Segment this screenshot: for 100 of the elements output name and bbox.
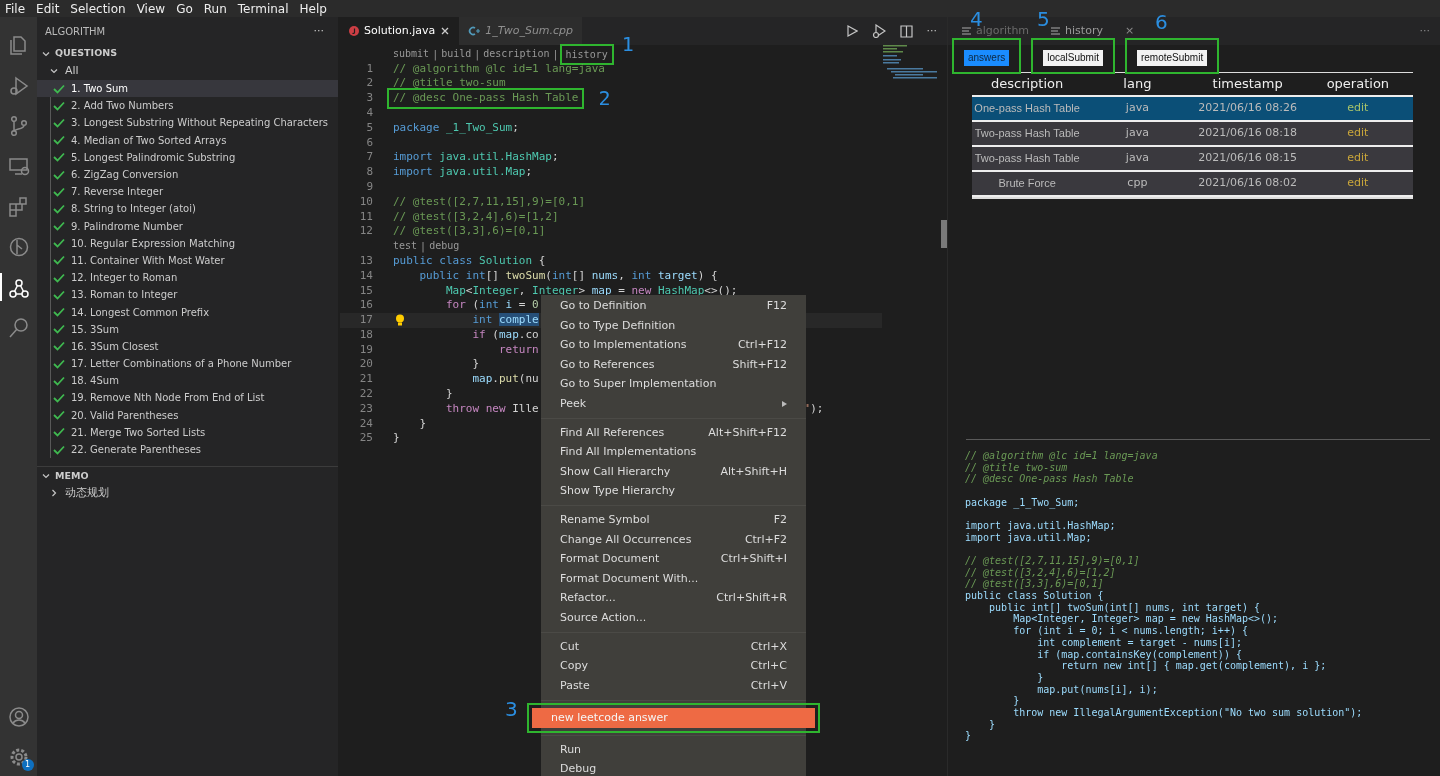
question-item[interactable]: 18. 4Sum <box>37 372 338 390</box>
question-item[interactable]: 9. Palindrome Number <box>37 217 338 235</box>
chevron-down-icon[interactable] <box>49 66 59 76</box>
menu-item[interactable]: Debug <box>541 759 806 776</box>
table-row[interactable]: Two-pass Hash Table java 2021/06/16 08:15 edit <box>972 147 1413 172</box>
table-row[interactable]: Two-pass Hash Table java 2021/06/16 08:18 edit <box>972 122 1413 147</box>
editor-tab[interactable]: 1_Two_Sum.cpp <box>459 17 583 45</box>
codelens-link[interactable]: history <box>565 48 608 60</box>
menu-item[interactable]: Go to Definition F12 <box>541 296 806 316</box>
question-item[interactable]: 22. Generate Parentheses <box>37 440 338 459</box>
extensions-icon[interactable] <box>7 195 30 218</box>
menu-item[interactable]: Format Document Ctrl+Shift+I <box>541 549 806 570</box>
question-item[interactable]: 7. Reverse Integer <box>37 183 338 201</box>
more-actions-button[interactable]: ··· <box>926 22 937 40</box>
menu-item[interactable]: Run <box>203 2 227 15</box>
scrollbar-thumb[interactable] <box>941 220 947 248</box>
question-item[interactable]: 10. Regular Expression Matching <box>37 234 338 252</box>
code-line: if (map.containsKey(complement)) { <box>1036 648 1243 661</box>
codelens-link[interactable]: build <box>441 49 472 59</box>
question-item[interactable]: 13. Roman to Integer <box>37 286 338 304</box>
menu-item[interactable]: Cut Ctrl+X <box>541 637 806 657</box>
question-item[interactable]: 21. Merge Two Sorted Lists <box>37 423 338 441</box>
menu-item[interactable]: Selection <box>70 2 126 15</box>
menu-item[interactable]: View <box>136 2 166 15</box>
table-row[interactable]: One-pass Hash Table java 2021/06/16 08:26 edit <box>972 97 1413 122</box>
close-icon[interactable] <box>440 26 451 36</box>
menu-item[interactable]: Terminal <box>237 2 289 15</box>
shortcut-text: Ctrl+Shift+R <box>716 590 787 607</box>
question-item[interactable]: 11. Container With Most Water <box>37 251 338 270</box>
tree-item[interactable]: All <box>65 62 79 80</box>
menu-item[interactable]: Peek <box>541 394 806 414</box>
codelens-link[interactable]: test <box>393 241 418 252</box>
question-item[interactable]: 1. Two Sum <box>37 80 338 98</box>
menu-item[interactable]: Go to Type Definition <box>541 316 806 336</box>
question-item[interactable]: 14. Longest Common Prefix <box>37 303 338 321</box>
edit-link[interactable]: edit <box>1302 100 1413 117</box>
menu-item[interactable]: Go <box>176 2 193 15</box>
lightbulb-icon[interactable] <box>395 313 405 326</box>
account-icon[interactable] <box>7 706 30 728</box>
question-item[interactable]: 6. ZigZag Conversion <box>37 165 338 184</box>
menu-item[interactable]: Go to References Shift+F12 <box>541 355 806 375</box>
menu-item[interactable]: Copy Ctrl+C <box>541 656 806 677</box>
close-button[interactable]: × <box>1124 22 1135 40</box>
menu-item[interactable]: Rename Symbol F2 <box>541 510 806 531</box>
menu-item[interactable]: Change All Occurrences Ctrl+F2 <box>541 530 806 550</box>
tree-item[interactable]: 动态规划 <box>65 484 109 502</box>
question-item[interactable]: 4. Median of Two Sorted Arrays <box>37 131 338 149</box>
run-debug-icon[interactable] <box>871 24 886 38</box>
edit-link[interactable]: edit <box>1302 150 1413 167</box>
menu-item[interactable]: Show Call Hierarchy Alt+Shift+H <box>541 462 806 482</box>
menu-item[interactable]: Find All Implementations <box>541 442 806 463</box>
section-header[interactable]: QUESTIONS <box>55 46 117 61</box>
question-item[interactable]: 12. Integer to Roman <box>37 269 338 287</box>
shortcut-text: F12 <box>766 298 787 314</box>
question-item[interactable]: 19. Remove Nth Node From End of List <box>37 389 338 407</box>
menu-item[interactable]: Refactor... Ctrl+Shift+R <box>541 588 806 609</box>
edit-link[interactable]: edit <box>1302 125 1413 142</box>
git-graph-icon[interactable] <box>7 236 30 259</box>
menu-item[interactable]: Help <box>299 2 327 15</box>
menu-item[interactable]: Edit <box>36 2 60 15</box>
search-icon[interactable] <box>7 316 30 339</box>
chevron-right-icon[interactable] <box>49 488 59 499</box>
codelens-link[interactable]: submit <box>393 49 430 59</box>
question-item[interactable]: 8. String to Integer (atoi) <box>37 200 338 218</box>
menu-item[interactable]: File <box>5 2 26 15</box>
codelens-link[interactable]: debug <box>429 241 460 252</box>
menu-item[interactable]: Format Document With... <box>541 569 806 589</box>
question-item[interactable]: 20. Valid Parentheses <box>37 406 338 424</box>
question-item[interactable]: 5. Longest Palindromic Substring <box>37 148 338 166</box>
line-number: 1 <box>365 60 373 77</box>
question-item[interactable]: 16. 3Sum Closest <box>37 337 338 355</box>
menu-item[interactable]: Show Type Hierarchy <box>541 481 806 502</box>
code-line: int comple <box>471 312 539 329</box>
active-indicator <box>0 273 2 302</box>
question-item[interactable]: 3. Longest Substring Without Repeating Characters <box>37 114 338 132</box>
tab-button[interactable]: answers <box>964 50 1010 66</box>
nodes-icon[interactable] <box>7 276 30 299</box>
tab-button[interactable]: localSubmit <box>1043 50 1103 66</box>
panel-tab[interactable]: history <box>1051 22 1103 40</box>
more-actions-button[interactable]: ··· <box>1419 22 1430 40</box>
remote-explorer-icon[interactable] <box>7 155 30 178</box>
tab-button[interactable]: remoteSubmit <box>1136 50 1208 66</box>
more-actions-button[interactable]: ··· <box>313 22 324 40</box>
editor-tab[interactable]: Solution.java <box>340 17 460 45</box>
section-header[interactable]: MEMO <box>55 468 89 483</box>
run-debug-icon[interactable] <box>7 74 30 97</box>
menu-item[interactable]: Source Action... <box>541 608 806 628</box>
question-item[interactable]: 17. Letter Combinations of a Phone Number <box>37 355 338 373</box>
menu-item[interactable]: Paste Ctrl+V <box>541 676 806 696</box>
run-icon[interactable] <box>845 25 858 37</box>
menu-item[interactable]: Go to Super Implementation <box>541 374 806 394</box>
split-editor-icon[interactable] <box>899 24 913 38</box>
edit-link[interactable]: edit <box>1302 175 1413 192</box>
menu-item[interactable]: Go to Implementations Ctrl+F12 <box>541 335 806 355</box>
question-item[interactable]: 15. 3Sum <box>37 320 338 338</box>
table-row[interactable]: Brute Force cpp 2021/06/16 08:02 edit <box>972 172 1413 197</box>
question-item[interactable]: 2. Add Two Numbers <box>37 97 338 115</box>
menu-item[interactable]: Find All References Alt+Shift+F12 <box>541 423 806 443</box>
codelens-link[interactable]: description <box>483 49 550 59</box>
menu-item[interactable]: Run <box>541 740 806 760</box>
